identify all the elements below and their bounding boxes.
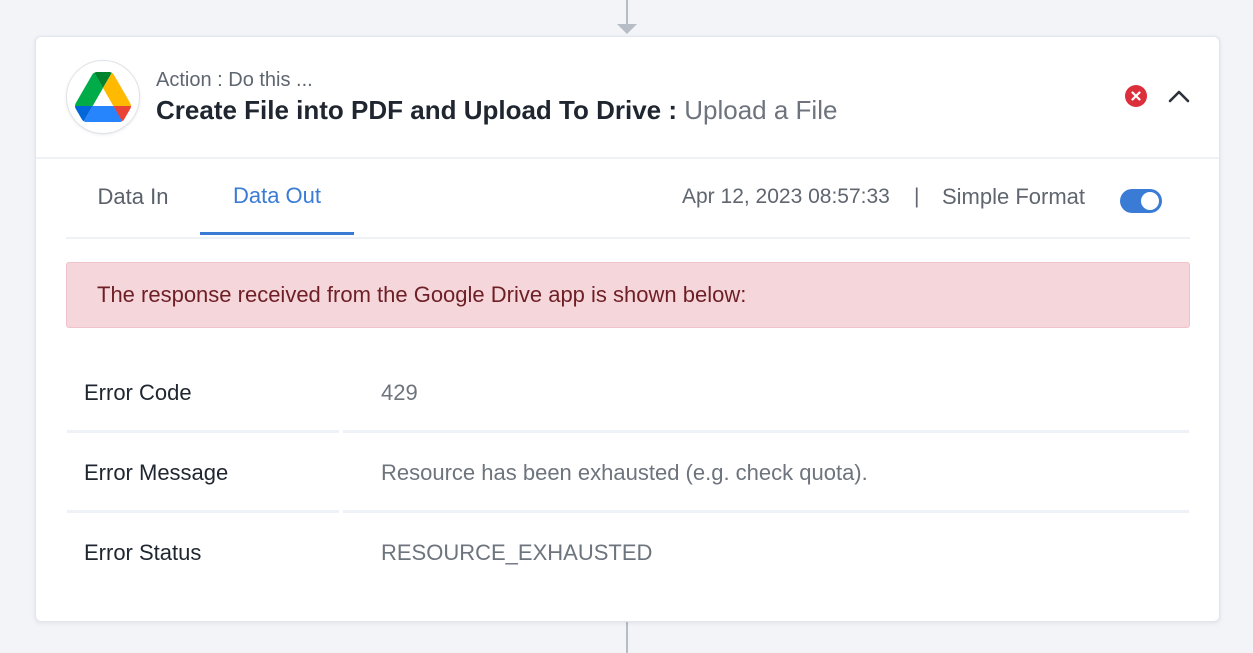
simple-format-toggle[interactable] (1120, 189, 1162, 213)
run-timestamp: Apr 12, 2023 08:57:33 (682, 185, 890, 208)
simple-format-label: Simple Format (942, 184, 1086, 209)
action-label: Action : Do this ... (156, 69, 313, 91)
data-tabs: Data In Data Out Apr 12, 2023 08:57:33 |… (66, 159, 1190, 239)
toggle-knob (1141, 192, 1159, 210)
row-key: Error Status (84, 540, 202, 565)
row-value: 429 (381, 380, 418, 405)
step-title-main: Create File into PDF and Upload To Drive… (156, 95, 685, 125)
tab-data-in[interactable]: Data In (66, 159, 200, 235)
table-row: Error Code 429 (67, 353, 1189, 433)
row-value: Resource has been exhausted (e.g. check … (381, 460, 868, 485)
row-key: Error Code (84, 380, 192, 405)
row-value: RESOURCE_EXHAUSTED (381, 540, 653, 565)
step-title: Create File into PDF and Upload To Drive… (156, 95, 837, 126)
connector-line-top (626, 0, 628, 26)
chevron-up-icon (1168, 90, 1190, 103)
connector-arrow (617, 24, 637, 34)
alert-message: The response received from the Google Dr… (97, 282, 747, 307)
response-alert: The response received from the Google Dr… (66, 262, 1190, 328)
row-key: Error Message (84, 460, 229, 485)
connector-line-bottom (626, 622, 628, 653)
table-row: Error Message Resource has been exhauste… (67, 433, 1189, 513)
action-step-card: Action : Do this ... Create File into PD… (35, 36, 1220, 622)
separator: | (914, 185, 920, 208)
remove-step-button[interactable] (1125, 85, 1147, 107)
step-event-name: Upload a File (684, 95, 838, 125)
collapse-step-button[interactable] (1168, 85, 1190, 107)
google-drive-logo (75, 72, 131, 122)
google-drive-icon (66, 60, 140, 134)
table-row: Error Status RESOURCE_EXHAUSTED (67, 513, 1189, 593)
tab-data-out[interactable]: Data Out (200, 159, 354, 235)
step-header: Action : Do this ... Create File into PD… (36, 37, 1219, 159)
close-icon (1131, 91, 1141, 101)
